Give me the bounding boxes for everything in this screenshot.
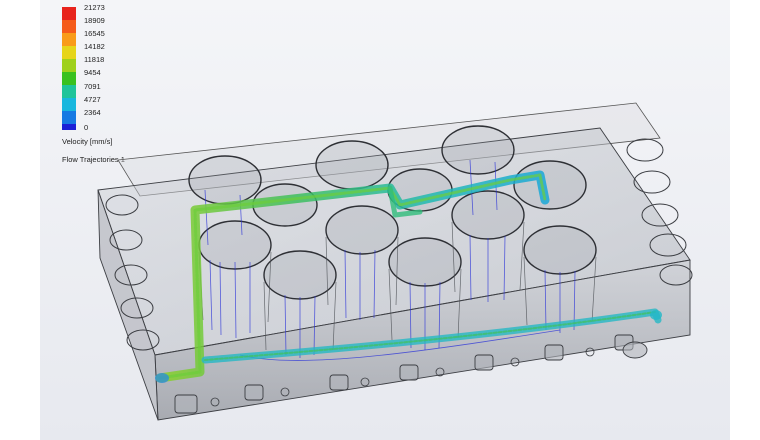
manifold-model[interactable] [0,0,760,440]
